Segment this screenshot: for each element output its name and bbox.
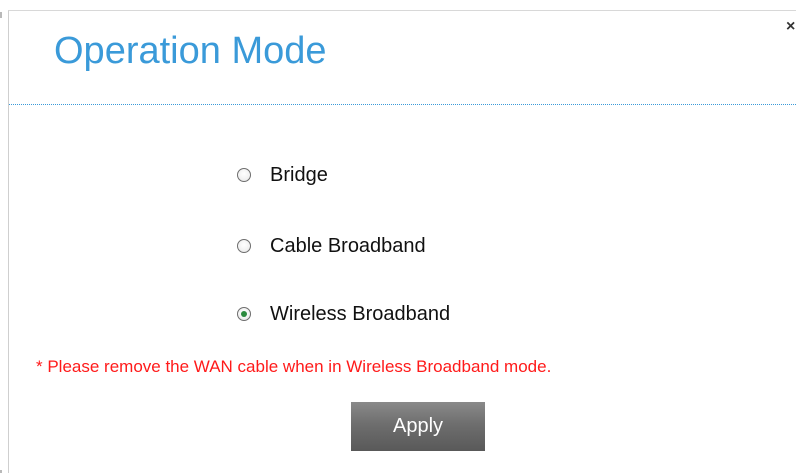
option-bridge[interactable]: Bridge bbox=[237, 162, 328, 188]
title-divider bbox=[9, 104, 796, 105]
option-label: Wireless Broadband bbox=[270, 302, 451, 325]
page: × Operation Mode Bridge Cable Broadband … bbox=[0, 0, 803, 473]
option-label: Bridge bbox=[270, 163, 328, 186]
dialog-title: Operation Mode bbox=[54, 30, 327, 72]
close-icon[interactable]: × bbox=[786, 20, 796, 34]
radio-wireless-broadband[interactable] bbox=[237, 307, 251, 321]
radio-bridge[interactable] bbox=[237, 168, 251, 182]
radio-cable-broadband[interactable] bbox=[237, 239, 251, 253]
operation-mode-dialog: × Operation Mode Bridge Cable Broadband … bbox=[8, 10, 796, 473]
apply-button[interactable]: Apply bbox=[351, 402, 485, 451]
wan-cable-warning: * Please remove the WAN cable when in Wi… bbox=[36, 357, 552, 376]
background-edge bbox=[0, 12, 2, 18]
option-wireless-broadband[interactable]: Wireless Broadband bbox=[237, 301, 450, 327]
option-label: Cable Broadband bbox=[270, 234, 426, 257]
option-cable-broadband[interactable]: Cable Broadband bbox=[237, 233, 426, 259]
